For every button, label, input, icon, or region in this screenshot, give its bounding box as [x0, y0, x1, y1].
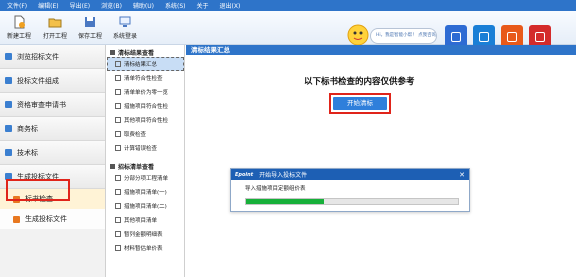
- dialog-message: 导入措施项目定额组价表: [245, 186, 306, 192]
- nav-browse-tender[interactable]: 浏览招标文件: [0, 45, 105, 69]
- tree-item[interactable]: 分部分项工程清单: [107, 171, 184, 185]
- sheet-icon: [115, 75, 121, 81]
- tree-item[interactable]: 取费检查: [107, 127, 184, 141]
- document-icon: [5, 149, 12, 156]
- document-icon: [5, 53, 12, 60]
- document-icon: [5, 125, 12, 132]
- progress-bar: [245, 198, 459, 205]
- nav-generate-bid-file[interactable]: 生成投标文件: [0, 209, 105, 229]
- brand-logo: Epoint: [235, 171, 254, 178]
- save-icon: [85, 17, 95, 27]
- collapse-icon: [110, 49, 115, 55]
- close-icon[interactable]: ✕: [459, 171, 465, 179]
- menu-file[interactable]: 文件(F): [7, 1, 27, 10]
- system-login-button[interactable]: 系统登录: [113, 15, 137, 40]
- menu-assist[interactable]: 辅助(U): [133, 1, 154, 10]
- sheet-icon: [115, 61, 121, 67]
- left-navigation: 浏览招标文件 投标文件组成 资格审查申请书 商务标 技术标 生成投标文件 标书检…: [0, 45, 106, 277]
- tree-item[interactable]: 清标结果汇总: [107, 57, 184, 71]
- menu-system[interactable]: 系统(S): [165, 1, 186, 10]
- dialog-title-bar: Epoint 开始导入投标文件 ✕: [231, 169, 469, 180]
- help-icon: [535, 32, 545, 42]
- dialog-title: 开始导入投标文件: [259, 172, 308, 179]
- open-project-button[interactable]: 打开工程: [43, 15, 67, 40]
- sheet-icon: [115, 117, 121, 123]
- folder-open-icon: [48, 18, 62, 28]
- menu-about[interactable]: 关于: [197, 1, 209, 10]
- document-icon: [5, 101, 12, 108]
- toolbar: 新建工程 打开工程 保存工程 系统登录 Hi，我是智能小帮！ 点我咨询 知道 检…: [0, 11, 576, 55]
- book-icon: [507, 32, 517, 42]
- new-project-button[interactable]: 新建工程: [7, 15, 31, 40]
- sheet-icon: [115, 189, 121, 195]
- sheet-icon: [115, 131, 121, 137]
- menu-export[interactable]: 导出(E): [70, 1, 90, 10]
- tree-item[interactable]: 材料暂估单价表: [107, 241, 184, 255]
- import-dialog: Epoint 开始导入投标文件 ✕ 导入措施项目定额组价表: [230, 168, 470, 212]
- menu-exit[interactable]: 退出(X): [220, 1, 241, 10]
- tree-item[interactable]: 其他项目符合性检: [107, 113, 184, 127]
- highlight-bid-check: [6, 179, 70, 201]
- tree-item[interactable]: 措施项目清单(一): [107, 185, 184, 199]
- result-tree: 清标结果查看 清标结果汇总 清单符合性检查 清单单价为零一览 措施项目符合性检 …: [107, 45, 185, 277]
- sheet-icon: [115, 245, 121, 251]
- tree-item[interactable]: 计算错误检查: [107, 141, 184, 155]
- panel-header: 清标结果汇总: [186, 45, 576, 55]
- nav-commercial[interactable]: 商务标: [0, 117, 105, 141]
- nav-bid-composition[interactable]: 投标文件组成: [0, 69, 105, 93]
- application-window: 文件(F) 编辑(E) 导出(E) 浏览(B) 辅助(U) 系统(S) 关于 退…: [0, 0, 576, 277]
- tree-item[interactable]: 其他项目清单: [107, 213, 184, 227]
- sheet-icon: [115, 231, 121, 237]
- assistant-bubble[interactable]: Hi，我是智能小帮！ 点我咨询: [370, 28, 437, 44]
- sheet-icon: [115, 103, 121, 109]
- new-project-icon: [14, 15, 25, 29]
- tree-item[interactable]: 清单符合性检查: [107, 71, 184, 85]
- monitor-icon: [119, 16, 131, 27]
- highlight-start-button: [329, 93, 391, 114]
- tree-group-bill[interactable]: 招标清单查看: [107, 161, 184, 171]
- tree-item[interactable]: 暂列金额明细表: [107, 227, 184, 241]
- tree-item[interactable]: 清单单价为零一览: [107, 85, 184, 99]
- progress-fill: [246, 199, 325, 204]
- document-icon: [5, 77, 12, 84]
- collapse-icon: [110, 163, 115, 169]
- sheet-icon: [115, 203, 121, 209]
- generate-file-icon: [13, 215, 20, 223]
- sheet-icon: [115, 145, 121, 151]
- save-project-button[interactable]: 保存工程: [78, 15, 102, 40]
- check-icon: [479, 32, 489, 42]
- sheet-icon: [115, 89, 121, 95]
- menu-edit[interactable]: 编辑(E): [38, 1, 58, 10]
- nav-qualification[interactable]: 资格审查申请书: [0, 93, 105, 117]
- nav-technical[interactable]: 技术标: [0, 141, 105, 165]
- tree-group-results[interactable]: 清标结果查看: [107, 47, 184, 57]
- sheet-icon: [115, 175, 121, 181]
- info-icon: [451, 32, 461, 42]
- menu-browse[interactable]: 浏览(B): [101, 1, 122, 10]
- assistant-mascot-icon[interactable]: [347, 24, 369, 46]
- tree-item[interactable]: 措施项目符合性检: [107, 99, 184, 113]
- main-panel: 清标结果汇总 以下标书检查的内容仅供参考 开始清标 Epoint 开始导入投标文…: [186, 45, 576, 277]
- menu-bar: 文件(F) 编辑(E) 导出(E) 浏览(B) 辅助(U) 系统(S) 关于 退…: [0, 0, 576, 11]
- page-heading: 以下标书检查的内容仅供参考: [304, 77, 415, 87]
- sheet-icon: [115, 217, 121, 223]
- tree-item[interactable]: 措施项目清单(二): [107, 199, 184, 213]
